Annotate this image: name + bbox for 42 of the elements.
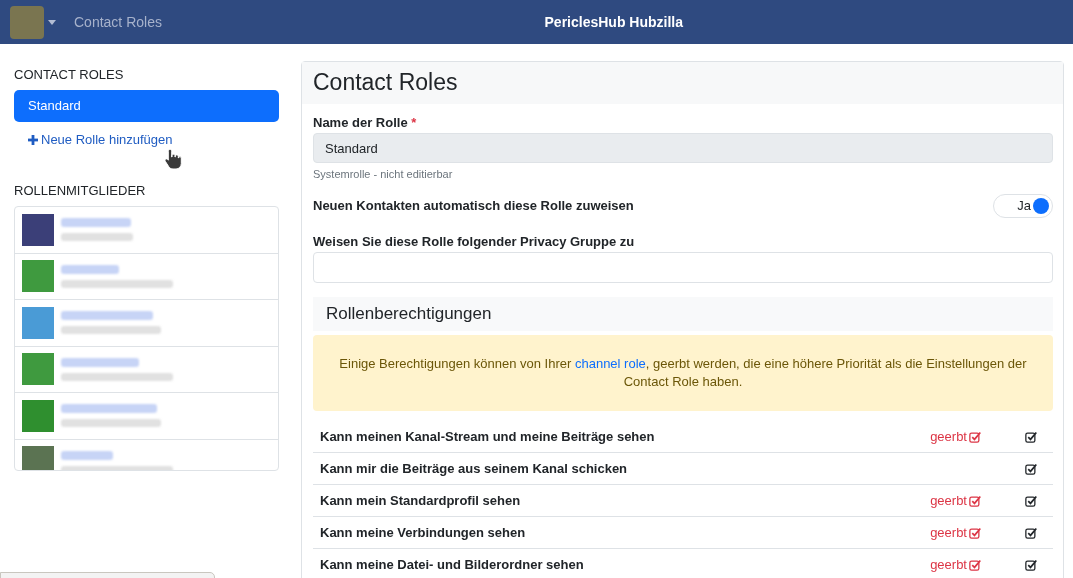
permission-label: Kann mein Standardprofil sehen <box>320 491 522 510</box>
checked-box-icon[interactable] <box>1025 494 1037 507</box>
checked-box-icon <box>969 494 981 507</box>
inherited-note: geerbt <box>930 554 981 575</box>
inherited-note: geerbt <box>930 522 981 543</box>
blurred-name <box>61 450 113 460</box>
field-label: Neuen Kontakten automatisch diese Rolle zuweisen <box>313 198 634 214</box>
blurred-name <box>61 218 131 228</box>
card-title: Contact Roles <box>313 69 458 97</box>
plus-icon <box>28 135 38 145</box>
channel-role-link[interactable]: channel role <box>574 356 646 371</box>
inherited-note: geerbt <box>930 426 981 447</box>
inheritance-notice: Einige Berechtigungen können von Ihrer channel role, geerbt werden, die eine höhere Priorität als die Einstellungen der Contact Role haben. <box>313 335 1053 411</box>
toggle-switch[interactable]: Ja <box>993 194 1053 218</box>
section-header: Rollenberechtigungen <box>313 297 1053 331</box>
field-label: Weisen Sie diese Rolle folgender Privacy Gruppe zu <box>313 234 636 250</box>
hand-cursor-icon <box>164 148 182 170</box>
checked-box-icon <box>969 558 981 571</box>
inherited-note: geerbt <box>930 490 981 511</box>
help-text: Systemrolle - nicht editierbar <box>313 167 454 181</box>
checked-box-icon[interactable] <box>1025 558 1037 571</box>
permission-label: Kann meine Datei- und Bilderordner sehen <box>320 555 585 574</box>
checked-box-icon <box>969 430 981 443</box>
section-heading: ROLLENMITGLIEDER <box>14 183 147 199</box>
permission-label: Kann meine Verbindungen sehen <box>320 523 527 542</box>
checked-box-icon[interactable] <box>1025 462 1037 475</box>
add-role-link[interactable]: Neue Rolle hinzufügen <box>28 132 173 148</box>
checked-box-icon <box>969 526 981 539</box>
blurred-name <box>61 264 119 274</box>
blurred-address <box>61 233 133 242</box>
privacy-group-field[interactable] <box>313 252 1053 283</box>
field-label: Name der Rolle <box>313 115 409 130</box>
section-heading: CONTACT ROLES <box>14 67 125 83</box>
page-title: Contact Roles <box>74 12 162 32</box>
permission-label: Kann mir die Beiträge aus seinem Kanal schicken <box>320 459 629 478</box>
required-mark: * <box>411 115 417 130</box>
site-name: PericlesHub Hubzilla <box>544 12 683 32</box>
caret-icon <box>48 19 56 25</box>
permission-label: Kann meinen Kanal-Stream und meine Beiträge sehen <box>320 427 656 446</box>
checked-box-icon[interactable] <box>1025 526 1037 539</box>
role-item[interactable]: Standard <box>14 90 279 122</box>
checked-box-icon[interactable] <box>1025 430 1037 443</box>
